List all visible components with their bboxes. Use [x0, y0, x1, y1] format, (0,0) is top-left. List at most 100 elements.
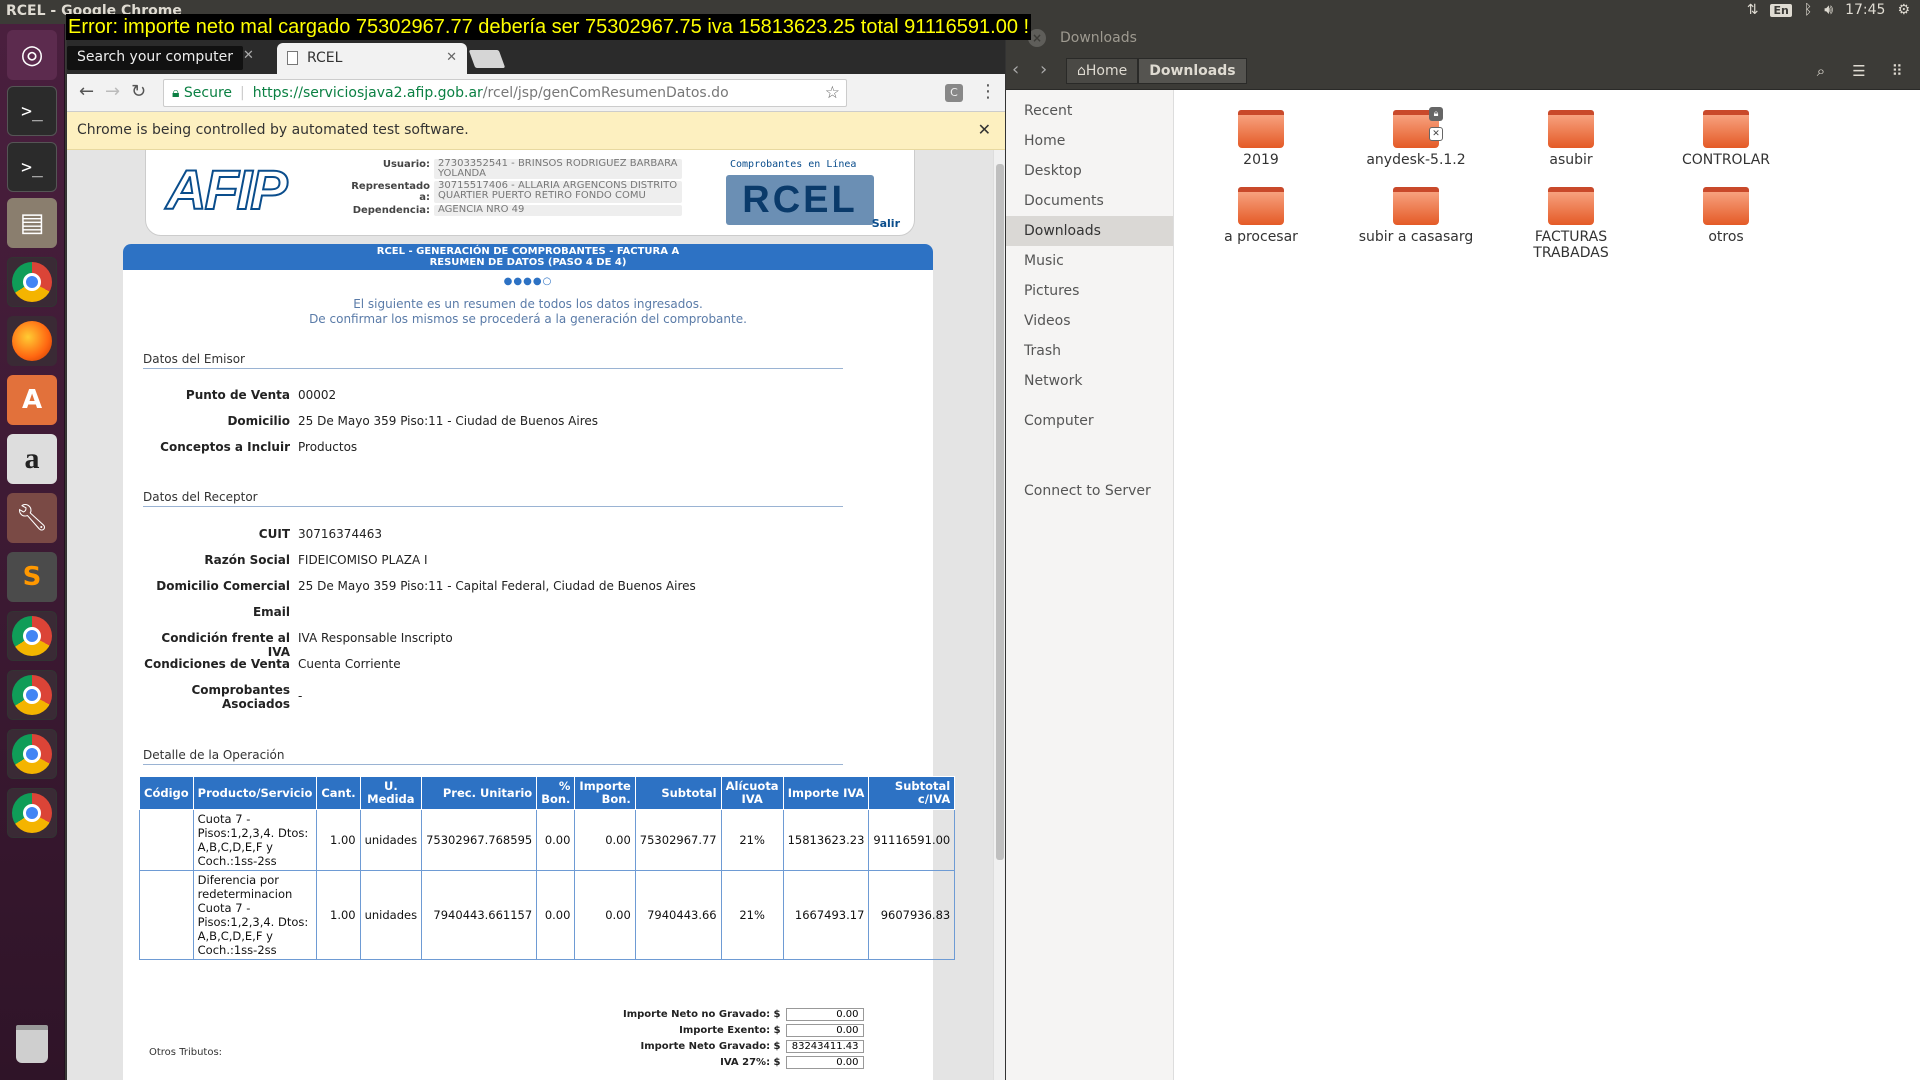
folder-icon	[1703, 110, 1749, 148]
address-bar[interactable]: 🔒︎ Secure | https://serviciosjava2.afip.go…	[163, 79, 847, 107]
folder-item[interactable]: 🔒︎ ✕ anydesk-5.1.2	[1341, 107, 1491, 168]
lock-emblem-icon: 🔒︎	[1429, 107, 1443, 121]
grid-view-icon[interactable]: ⠿	[1880, 58, 1914, 84]
chrome-icon[interactable]	[7, 257, 57, 307]
tab-rcel[interactable]: RCEL ✕	[277, 43, 467, 74]
field-row: Conceptos a Incluir Productos	[160, 440, 358, 454]
folder-item[interactable]: a procesar	[1186, 187, 1336, 245]
close-icon[interactable]: ✕	[243, 48, 254, 63]
sidebar-item-computer[interactable]: Computer	[1006, 406, 1173, 436]
col-header: Importe Bon.	[574, 776, 636, 810]
volume-icon[interactable]: 🔊︎	[1824, 2, 1833, 18]
dash-home-icon[interactable]: ◎	[7, 30, 57, 80]
sidebar-item-recent[interactable]: Recent	[1006, 96, 1173, 126]
chrome-window: Search your computer ✕ RCEL ✕ ← → ↻ 🔒︎ S…	[66, 37, 1006, 1080]
sidebar-item-connect-to-server[interactable]: Connect to Server	[1006, 476, 1173, 506]
amazon-icon[interactable]: a	[7, 434, 57, 484]
clock[interactable]: 17:45	[1845, 2, 1885, 18]
form-header: RCEL - GENERACIÓN DE COMPROBANTES - FACT…	[123, 244, 933, 270]
afip-header: AFIP Usuario: 27303352541 - BRINSOS RODRI…	[145, 150, 915, 236]
chrome-icon[interactable]	[7, 788, 57, 838]
toolbar: ← → ↻ 🔒︎ Secure | https://serviciosjava2.a…	[67, 74, 1005, 112]
col-header: Prec. Unitario	[421, 776, 538, 810]
trash-icon[interactable]	[7, 1019, 57, 1069]
salir-link[interactable]: Salir	[872, 217, 900, 230]
col-header: Código	[139, 776, 194, 810]
sidebar-item-trash[interactable]: Trash	[1006, 336, 1173, 366]
folder-item[interactable]: 2019	[1186, 110, 1336, 168]
sidebar-item-pictures[interactable]: Pictures	[1006, 276, 1173, 306]
totals-box: Importe Neto no Gravado: $0.00 Importe E…	[623, 1006, 864, 1070]
terminal-icon[interactable]: >_	[7, 86, 57, 136]
menu-icon[interactable]: ⋮	[979, 81, 997, 102]
tab-title: RCEL	[307, 50, 343, 66]
section-title-emisor: Datos del Emisor	[143, 352, 843, 369]
software-center-icon[interactable]: A	[7, 375, 57, 425]
rcel-tagline: Comprobantes en Línea	[730, 159, 857, 170]
files-title: Downloads	[1060, 30, 1137, 46]
chrome-icon[interactable]	[7, 729, 57, 779]
folder-item[interactable]: CONTROLAR	[1651, 110, 1801, 168]
bluetooth-icon[interactable]: ᛒ	[1804, 2, 1812, 18]
network-icon[interactable]: ⇅	[1747, 2, 1759, 18]
col-header: Importe IVA	[782, 776, 870, 810]
chrome-icon[interactable]	[7, 611, 57, 661]
folder-icon	[1238, 187, 1284, 225]
col-header: Producto/Servicio	[192, 776, 318, 810]
extension-icon[interactable]: C	[945, 84, 963, 102]
crumb-home[interactable]: ⌂Home	[1066, 58, 1139, 84]
forward-icon[interactable]: →	[105, 81, 120, 102]
table-row: Diferencia por redeterminacion Cuota 7 -…	[139, 870, 956, 960]
firefox-icon[interactable]	[7, 316, 57, 366]
total-field: 0.00	[785, 1023, 864, 1037]
error-overlay: Error: importe neto mal cargado 75302967…	[66, 14, 1032, 40]
col-header: Cant.	[316, 776, 361, 810]
sublime-text-icon[interactable]: S	[7, 552, 57, 602]
back-icon[interactable]: ←	[79, 81, 94, 102]
sidebar-item-downloads[interactable]: Downloads	[1006, 216, 1173, 246]
sidebar-item-music[interactable]: Music	[1006, 246, 1173, 276]
sidebar-item-network[interactable]: Network	[1006, 366, 1173, 396]
bookmark-star-icon[interactable]: ☆	[825, 83, 840, 103]
total-field: 0.00	[785, 1055, 864, 1069]
field-row: Punto de Venta 00002	[185, 388, 337, 402]
field-row: Email	[252, 605, 290, 619]
page-scrollbar[interactable]	[993, 150, 1005, 1080]
total-field: 0.00	[785, 1007, 864, 1021]
terminal-icon[interactable]: >_	[7, 142, 57, 192]
chrome-icon[interactable]	[7, 670, 57, 720]
folder-item[interactable]: asubir	[1496, 110, 1646, 168]
col-header: Subtotal	[634, 776, 722, 810]
home-icon: ⌂	[1077, 63, 1086, 79]
files-toolbar: ‹ › ⌂Home Downloads ⌕ ☰ ⠿	[1006, 52, 1920, 90]
keyboard-layout-indicator[interactable]: En	[1770, 3, 1792, 17]
new-tab-button[interactable]	[468, 50, 506, 68]
scrollbar-thumb[interactable]	[996, 164, 1004, 860]
back-icon[interactable]: ‹	[1012, 59, 1019, 80]
folder-icon	[1393, 187, 1439, 225]
folder-item[interactable]: otros	[1651, 187, 1801, 245]
url-host: serviciosjava2.afip.gob.ar	[302, 85, 483, 101]
search-icon[interactable]: ⌕	[1804, 58, 1838, 84]
list-view-icon[interactable]: ☰	[1842, 58, 1876, 84]
close-tab-icon[interactable]: ✕	[446, 50, 457, 65]
launcher: ◎ >_ >_ ▤ A a 🔧︎ S	[0, 24, 65, 1080]
folder-item[interactable]: subir a casasarg	[1341, 187, 1491, 245]
sidebar-item-videos[interactable]: Videos	[1006, 306, 1173, 336]
files-icon[interactable]: ▤	[7, 198, 57, 248]
step-progress: ●●●●○	[503, 276, 553, 287]
sidebar-item-desktop[interactable]: Desktop	[1006, 156, 1173, 186]
system-settings-icon[interactable]: 🔧︎	[7, 493, 57, 543]
forward-icon[interactable]: ›	[1040, 59, 1047, 80]
folder-icon	[1703, 187, 1749, 225]
reload-icon[interactable]: ↻	[131, 81, 146, 102]
page-icon	[287, 51, 298, 65]
sidebar-item-documents[interactable]: Documents	[1006, 186, 1173, 216]
power-gear-icon[interactable]: ⚙	[1897, 2, 1910, 18]
sidebar-item-home[interactable]: Home	[1006, 126, 1173, 156]
crumb-downloads[interactable]: Downloads	[1138, 58, 1247, 84]
files-sidebar: Recent Home Desktop Documents Downloads …	[1006, 90, 1174, 1080]
close-icon[interactable]: ✕	[978, 120, 991, 139]
rcel-logo: RCEL	[726, 175, 874, 225]
folder-item[interactable]: FACTURAS TRABADAS	[1496, 187, 1646, 261]
